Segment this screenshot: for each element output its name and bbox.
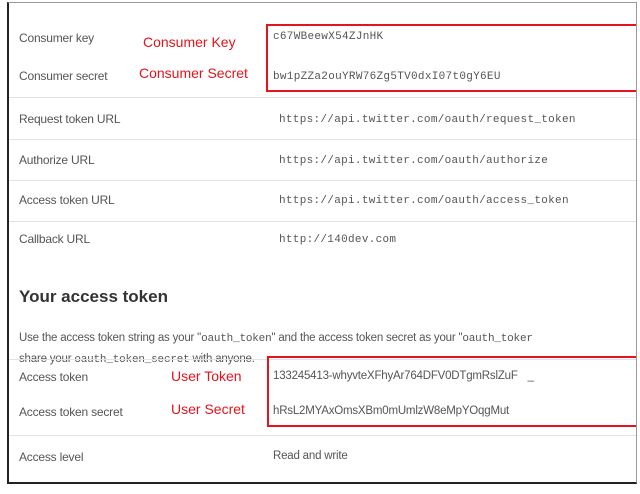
consumer-secret-annotation: Consumer Secret	[139, 65, 248, 81]
access-level-label: Access level	[19, 450, 84, 464]
access-token-secret-label: Access token secret	[19, 405, 123, 419]
user-token-annotation: User Token	[171, 368, 242, 384]
callback-url-row: Callback URL http://140dev.com	[9, 221, 636, 264]
authorize-url-label: Authorize URL	[19, 153, 95, 167]
request-token-url-label: Request token URL	[19, 112, 121, 126]
oauth-settings-panel: Consumer key Consumer Key c67WBeewX54ZJn…	[7, 2, 637, 484]
authorize-url-row: Authorize URL https://api.twitter.com/oa…	[9, 139, 636, 182]
access-token-url-row: Access token URL https://api.twitter.com…	[9, 180, 636, 223]
consumer-credentials-highlight	[266, 24, 636, 92]
consumer-secret-label: Consumer secret	[19, 69, 108, 83]
access-level-row: Access level Read and write	[9, 435, 636, 482]
access-token-heading: Your access token	[19, 287, 168, 306]
consumer-key-label: Consumer key	[19, 31, 94, 45]
consumer-key-annotation: Consumer Key	[143, 34, 236, 50]
callback-url-label: Callback URL	[19, 232, 90, 246]
description-line-1: Use the access token string as your "oau…	[19, 332, 533, 345]
request-token-url-row: Request token URL https://api.twitter.co…	[9, 97, 636, 140]
authorize-url-value[interactable]: https://api.twitter.com/oauth/authorize	[279, 155, 548, 167]
access-level-value: Read and write	[273, 450, 348, 462]
request-token-url-value[interactable]: https://api.twitter.com/oauth/request_to…	[279, 114, 576, 126]
access-token-url-label: Access token URL	[19, 193, 115, 207]
access-token-url-value[interactable]: https://api.twitter.com/oauth/access_tok…	[279, 195, 569, 207]
user-credentials-highlight	[267, 356, 636, 427]
access-token-label: Access token	[19, 370, 88, 384]
user-secret-annotation: User Secret	[171, 401, 245, 417]
callback-url-value[interactable]: http://140dev.com	[279, 234, 396, 246]
